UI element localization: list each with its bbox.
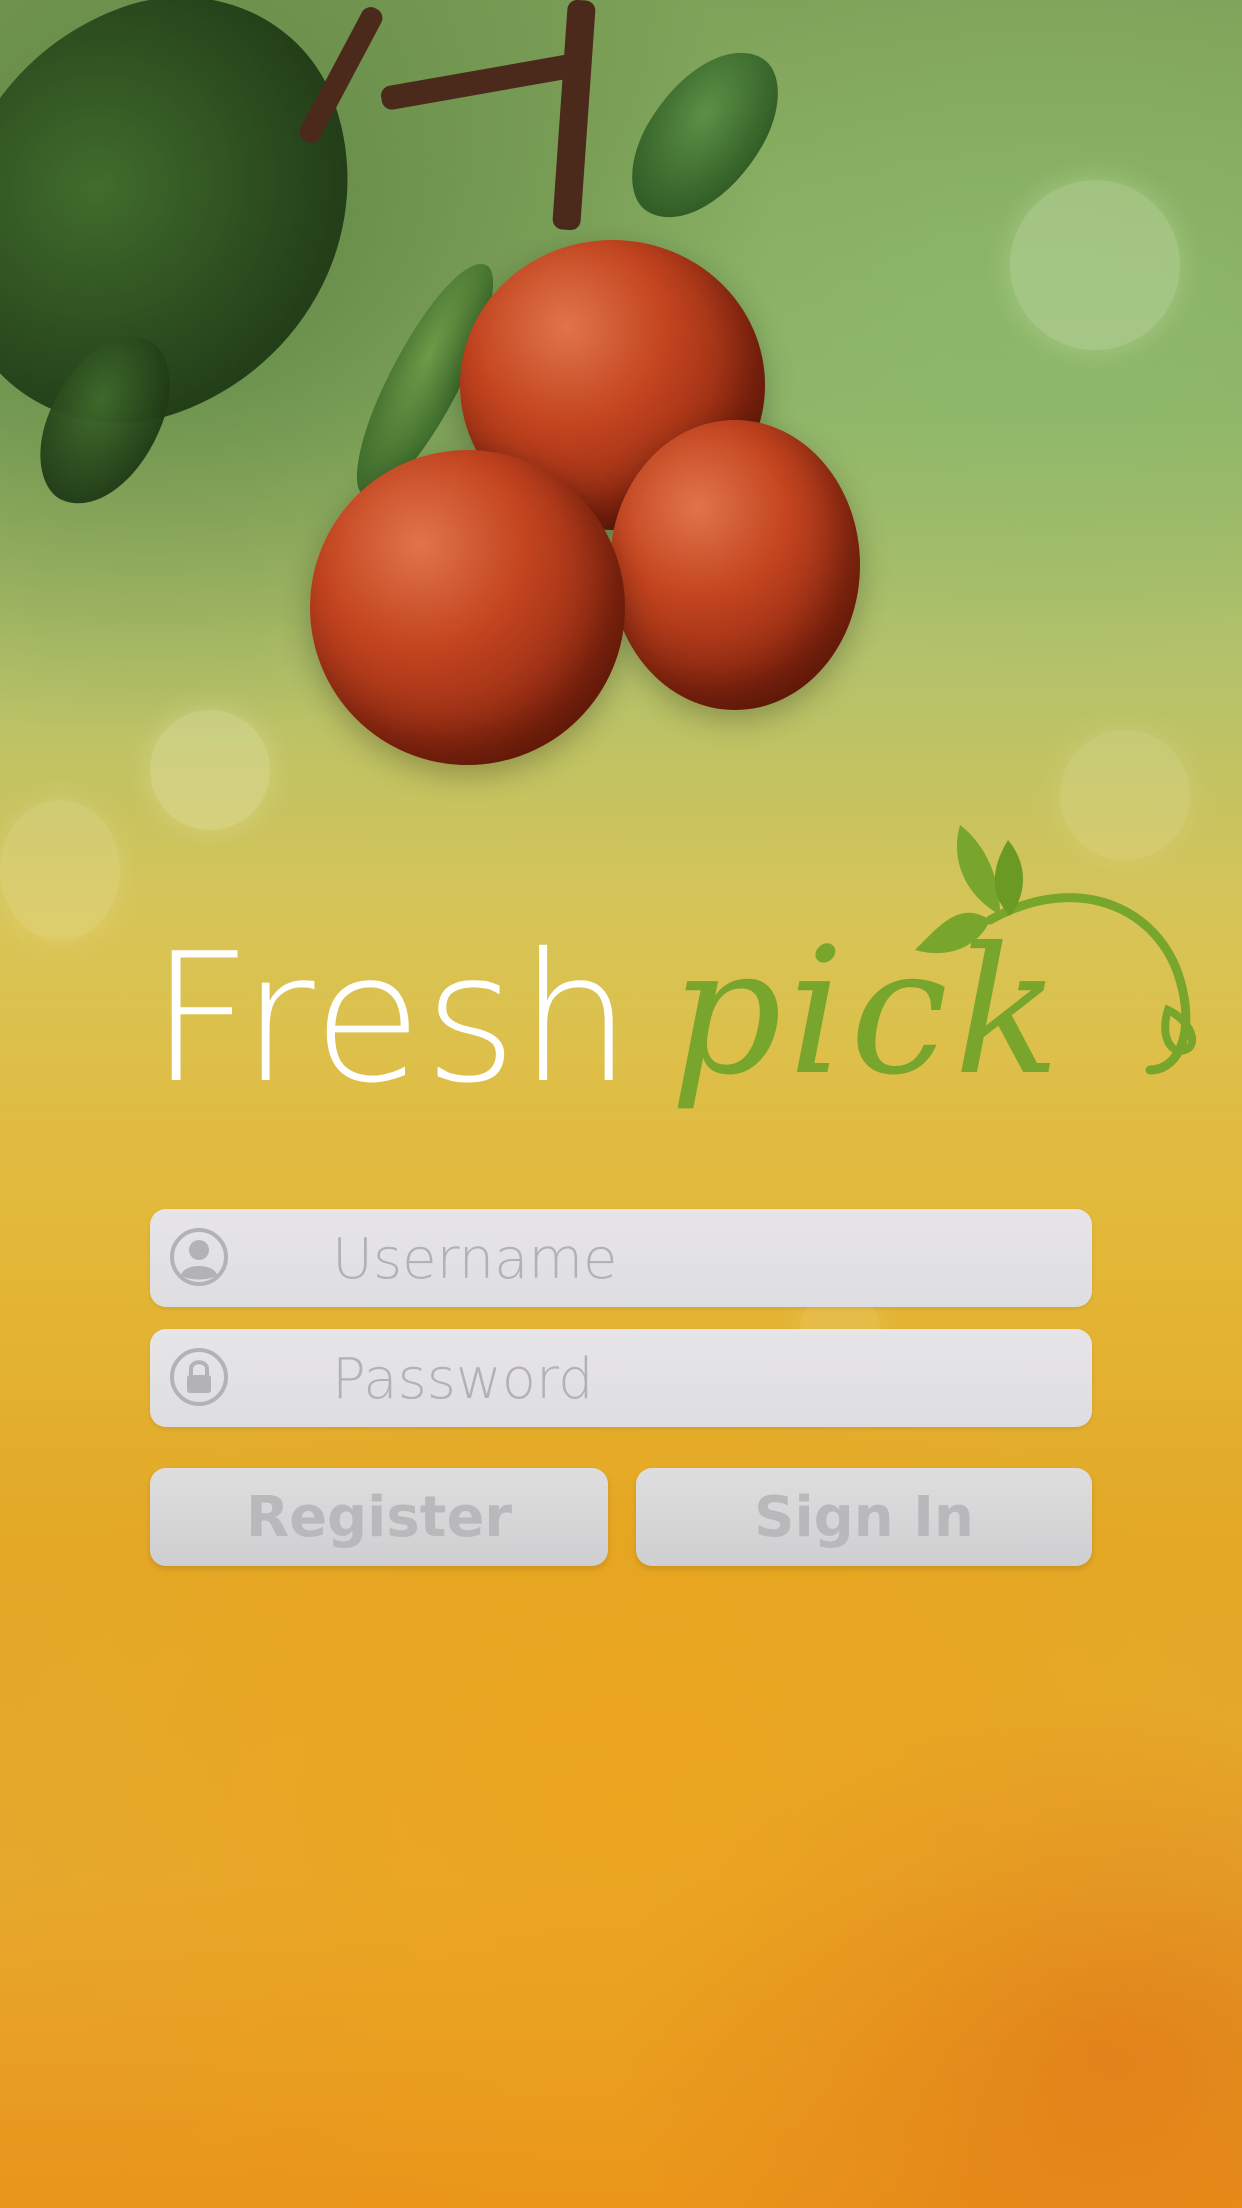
username-input[interactable] [330, 1209, 1054, 1309]
username-field[interactable] [150, 1209, 1092, 1309]
logo-word-pick: pick [670, 911, 1067, 1114]
apple [610, 420, 860, 710]
password-input[interactable] [330, 1329, 1054, 1429]
apple [310, 450, 625, 765]
user-circle-icon [170, 1228, 228, 1286]
app-logo: Fresh pick [150, 825, 1197, 1180]
bokeh-light [150, 710, 270, 830]
signin-button[interactable]: Sign In [636, 1468, 1092, 1566]
lock-circle-icon [170, 1348, 228, 1406]
logo-word-fresh: Fresh [150, 915, 634, 1122]
bokeh-light [1010, 180, 1180, 350]
bokeh-light [0, 800, 120, 940]
register-button[interactable]: Register [150, 1468, 608, 1566]
password-field[interactable] [150, 1329, 1092, 1429]
